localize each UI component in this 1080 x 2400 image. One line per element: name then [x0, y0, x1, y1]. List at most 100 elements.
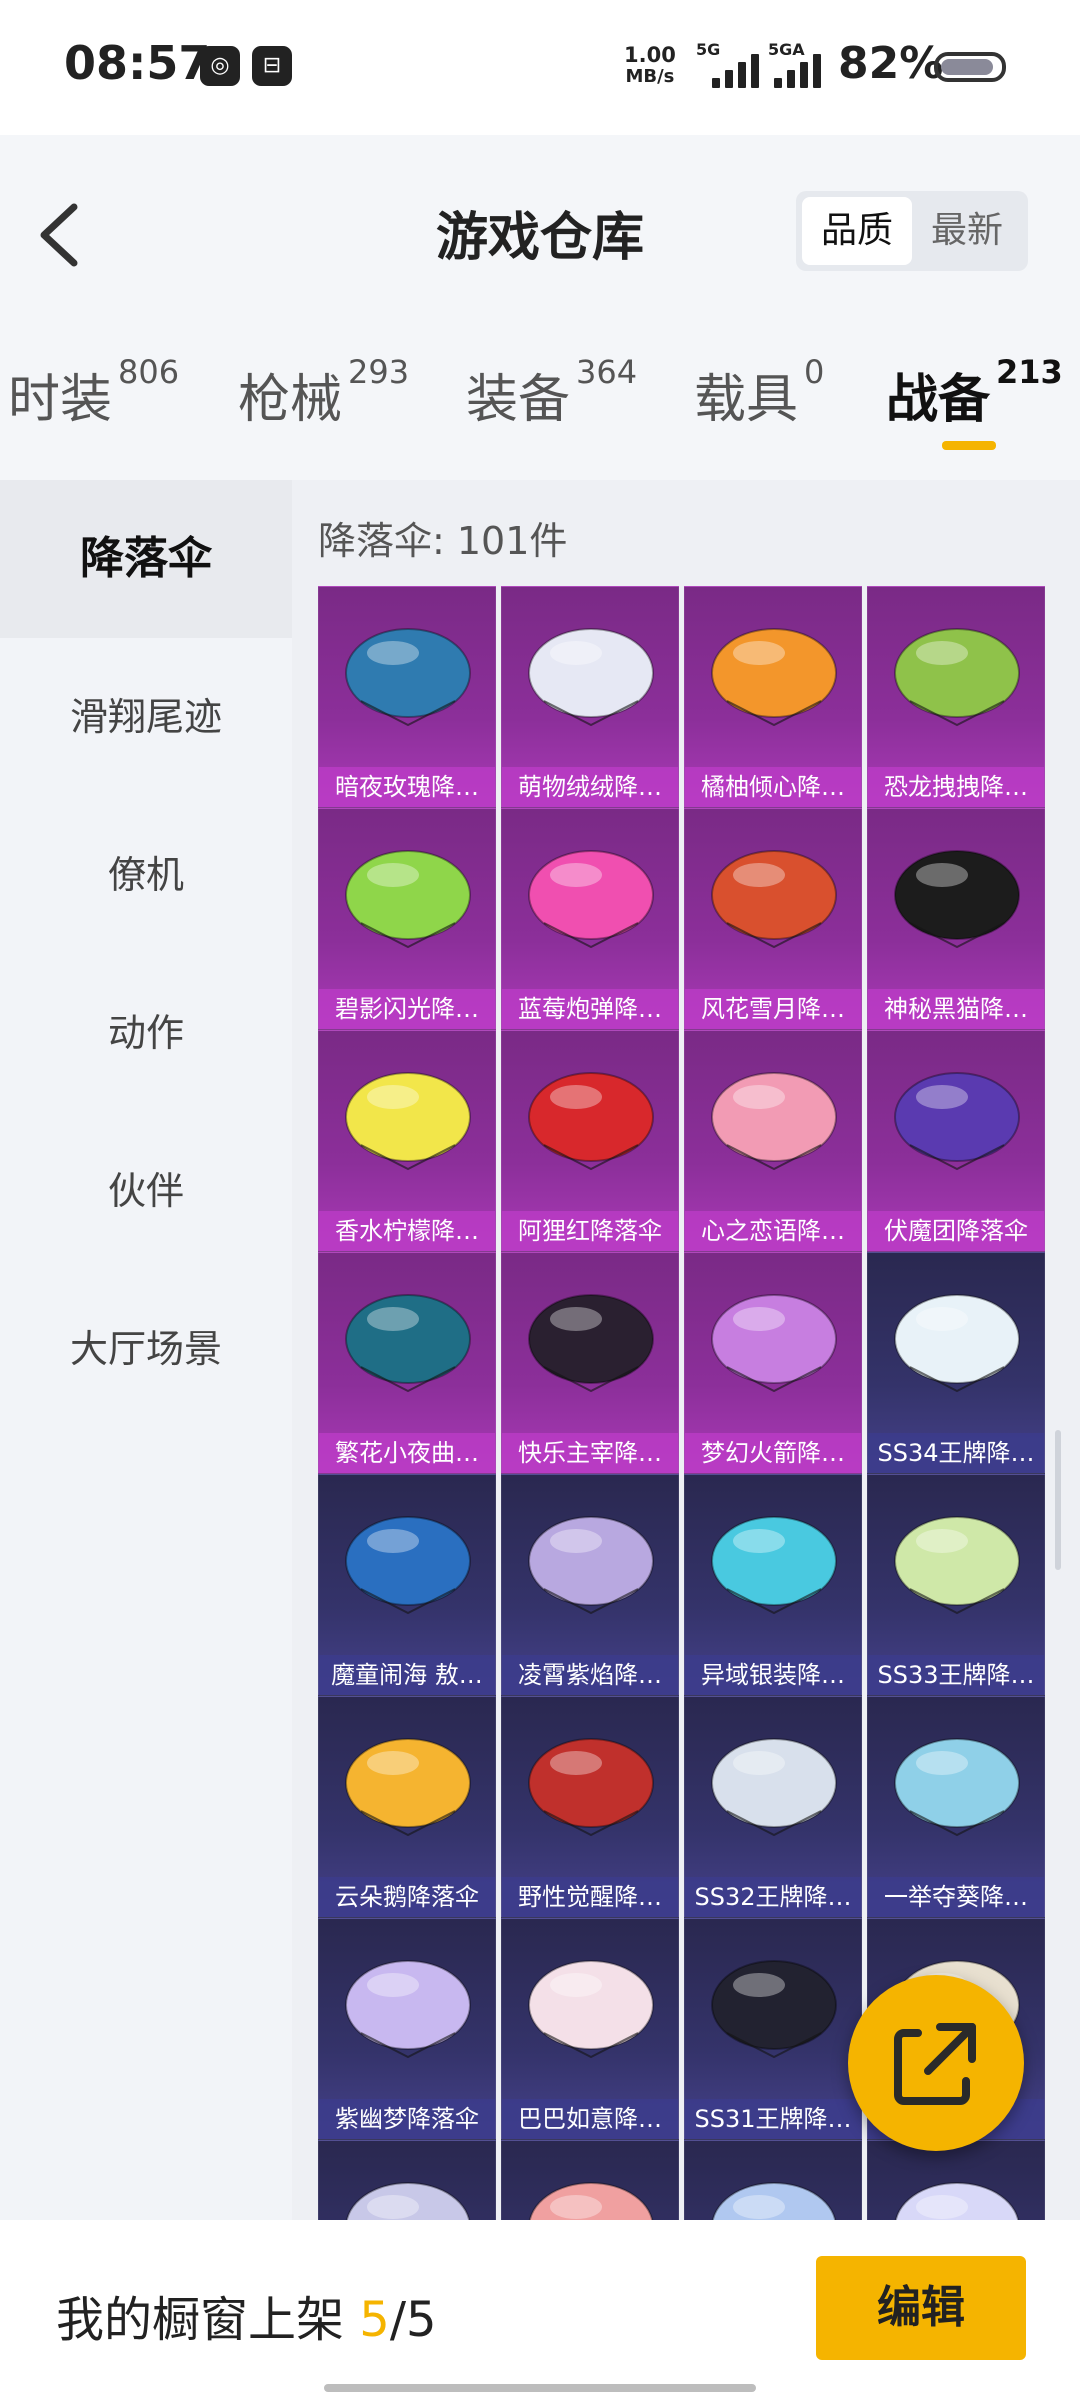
- parachute-thumbnail: [711, 1516, 837, 1615]
- item-name: 风花雪月降…: [685, 989, 861, 1029]
- tab-count: 364: [576, 353, 638, 391]
- parachute-thumbnail: [528, 1072, 654, 1171]
- parachute-item[interactable]: [501, 2140, 679, 2220]
- item-name: 梦幻火箭降…: [685, 1433, 861, 1473]
- parachute-item[interactable]: 梦幻火箭降…: [684, 1252, 862, 1474]
- tab-count: 806: [118, 353, 180, 391]
- parachute-thumbnail: [894, 628, 1020, 727]
- net-speed-unit: MB/s: [625, 66, 675, 87]
- parachute-thumbnail: [711, 1294, 837, 1393]
- parachute-item[interactable]: 阿狸红降落伞: [501, 1030, 679, 1252]
- parachute-item[interactable]: 萌物绒绒降…: [501, 586, 679, 808]
- parachute-item[interactable]: 蓝莓炮弹降…: [501, 808, 679, 1030]
- parachute-thumbnail: [528, 1738, 654, 1837]
- item-name: 魔童闹海 敖…: [319, 1655, 495, 1695]
- item-name: 暗夜玫瑰降…: [319, 767, 495, 807]
- sidebar-item-parachute[interactable]: 降落伞: [0, 480, 292, 638]
- item-name: 野性觉醒降…: [502, 1877, 678, 1917]
- item-name: 阿狸红降落伞: [502, 1211, 678, 1251]
- sidebar-item-emote[interactable]: 动作: [0, 954, 292, 1112]
- tab-weapons[interactable]: 枪械 293: [238, 353, 409, 432]
- tab-fashion[interactable]: 时装 806: [8, 353, 179, 432]
- parachute-item[interactable]: 心之恋语降…: [684, 1030, 862, 1252]
- parachute-thumbnail: [345, 2182, 471, 2220]
- edit-button[interactable]: 编辑: [816, 2256, 1026, 2360]
- sidebar-item-companion[interactable]: 伙伴: [0, 1112, 292, 1270]
- parachute-item[interactable]: SS34王牌降…: [867, 1252, 1045, 1474]
- parachute-item[interactable]: 异域银装降…: [684, 1474, 862, 1696]
- share-button[interactable]: [848, 1975, 1024, 2151]
- net-speed: 1.00 MB/s: [624, 44, 676, 88]
- parachute-item[interactable]: [684, 2140, 862, 2220]
- home-indicator[interactable]: [324, 2384, 756, 2392]
- parachute-item[interactable]: [318, 2140, 496, 2220]
- parachute-thumbnail: [528, 628, 654, 727]
- parachute-thumbnail: [894, 1072, 1020, 1171]
- tab-count: 213: [996, 353, 1063, 391]
- sidebar-item-wingman[interactable]: 僚机: [0, 796, 292, 954]
- sidebar-item-glide-trail[interactable]: 滑翔尾迹: [0, 638, 292, 796]
- item-name: 巴巴如意降…: [502, 2099, 678, 2139]
- parachute-item[interactable]: 风花雪月降…: [684, 808, 862, 1030]
- item-name: SS33王牌降…: [868, 1655, 1044, 1695]
- tab-vehicles[interactable]: 载具 0: [694, 353, 824, 432]
- tab-count: 0: [804, 353, 825, 391]
- parachute-item[interactable]: 神秘黑猫降…: [867, 808, 1045, 1030]
- sidebar-item-lobby-scene[interactable]: 大厅场景: [0, 1270, 292, 1428]
- status-bar: 08:57 ◎ ⊟ 1.00 MB/s 5G 5GA 82%: [0, 0, 1080, 135]
- item-name: 香水柠檬降…: [319, 1211, 495, 1251]
- parachute-thumbnail: [345, 1072, 471, 1171]
- tab-label: 时装: [8, 370, 113, 430]
- parachute-thumbnail: [894, 1516, 1020, 1615]
- tab-label: 枪械: [238, 370, 343, 430]
- tab-label: 装备: [466, 370, 571, 430]
- parachute-item[interactable]: 香水柠檬降…: [318, 1030, 496, 1252]
- parachute-item[interactable]: SS33王牌降…: [867, 1474, 1045, 1696]
- parachute-item[interactable]: 一举夺葵降…: [867, 1696, 1045, 1918]
- parachute-item[interactable]: 野性觉醒降…: [501, 1696, 679, 1918]
- parachute-item[interactable]: 快乐主宰降…: [501, 1252, 679, 1474]
- item-name: SS34王牌降…: [868, 1433, 1044, 1473]
- parachute-item[interactable]: 碧影闪光降…: [318, 808, 496, 1030]
- parachute-item[interactable]: 巴巴如意降…: [501, 1918, 679, 2140]
- parachute-item[interactable]: 伏魔团降落伞: [867, 1030, 1045, 1252]
- scrollbar[interactable]: [1055, 1430, 1061, 1570]
- item-name: SS32王牌降…: [685, 1877, 861, 1917]
- parachute-thumbnail: [345, 850, 471, 949]
- item-name: 神秘黑猫降…: [868, 989, 1044, 1029]
- app-notification-icon: ◎: [200, 46, 240, 86]
- parachute-item[interactable]: [867, 2140, 1045, 2220]
- parachute-thumbnail: [528, 850, 654, 949]
- item-name: 云朵鹅降落伞: [319, 1877, 495, 1917]
- parachute-item[interactable]: 暗夜玫瑰降…: [318, 586, 496, 808]
- item-count-label: 降落伞: 101件: [318, 519, 568, 563]
- tab-gear[interactable]: 战备 213: [886, 353, 1063, 432]
- parachute-item[interactable]: 橘柚倾心降…: [684, 586, 862, 808]
- tab-equipment[interactable]: 装备 364: [466, 353, 637, 432]
- showcase-label: 我的橱窗上架: [56, 2292, 345, 2348]
- parachute-thumbnail: [528, 2182, 654, 2220]
- parachute-thumbnail: [711, 1960, 837, 2059]
- parachute-item[interactable]: 繁花小夜曲…: [318, 1252, 496, 1474]
- train-notification-icon: ⊟: [252, 46, 292, 86]
- external-link-icon: [894, 2023, 976, 2105]
- showcase-status: 我的橱窗上架 5/5: [56, 2280, 437, 2350]
- sort-option-newest[interactable]: 最新: [912, 197, 1022, 265]
- sort-option-quality[interactable]: 品质: [802, 197, 912, 265]
- item-name: 碧影闪光降…: [319, 989, 495, 1029]
- footer: 我的橱窗上架 5/5 编辑: [0, 2220, 1080, 2400]
- parachute-item[interactable]: 恐龙拽拽降…: [867, 586, 1045, 808]
- parachute-item[interactable]: 云朵鹅降落伞: [318, 1696, 496, 1918]
- parachute-thumbnail: [711, 2182, 837, 2220]
- active-tab-indicator: [942, 441, 996, 450]
- parachute-item[interactable]: SS32王牌降…: [684, 1696, 862, 1918]
- parachute-thumbnail: [711, 628, 837, 727]
- parachute-item[interactable]: 魔童闹海 敖…: [318, 1474, 496, 1696]
- parachute-item[interactable]: SS31王牌降…: [684, 1918, 862, 2140]
- signal1-bars-icon: [712, 48, 759, 88]
- item-name: 萌物绒绒降…: [502, 767, 678, 807]
- parachute-thumbnail: [345, 1960, 471, 2059]
- parachute-item[interactable]: 凌霄紫焰降…: [501, 1474, 679, 1696]
- item-name: 异域银装降…: [685, 1655, 861, 1695]
- parachute-item[interactable]: 紫幽梦降落伞: [318, 1918, 496, 2140]
